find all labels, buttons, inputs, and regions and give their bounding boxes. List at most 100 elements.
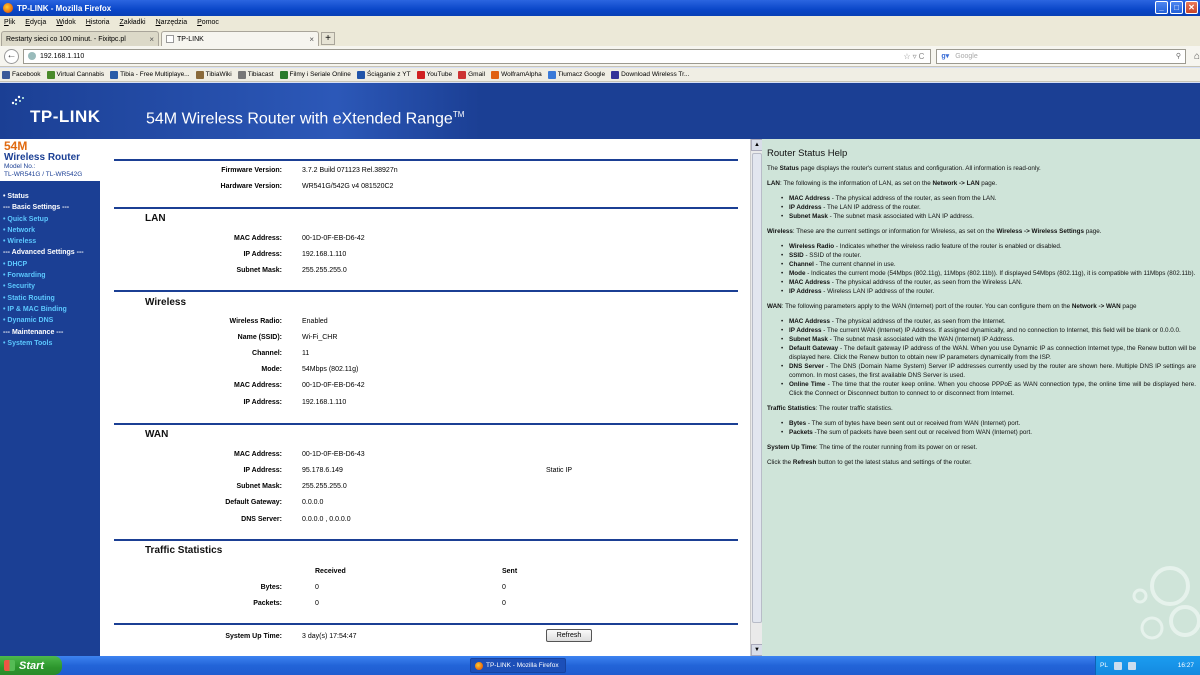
list-item: IP Address - Wireless LAN IP address of … (781, 287, 1196, 296)
bookmark-item[interactable]: Ściąganie z YT (356, 70, 411, 79)
bookmark-item[interactable]: Gmail (458, 70, 485, 79)
sidebar-item-forwarding[interactable]: • Forwarding (0, 270, 100, 281)
url-bar[interactable]: 192.168.1.110 ☆▿C (22, 48, 932, 64)
product-name: 54M Wireless Router with eXtended RangeT… (146, 110, 465, 128)
google-icon[interactable]: g▾ (941, 52, 949, 60)
divider (114, 290, 738, 292)
wan-ip-label: IP Address: (243, 467, 282, 474)
bookmark-item[interactable]: Facebook (2, 70, 41, 79)
search-icon[interactable]: ⚲ (1176, 52, 1181, 60)
bookmark-item[interactable]: Virtual Cannabis (46, 70, 104, 79)
start-button[interactable]: Start (0, 656, 62, 675)
window-titlebar: TP-LINK - Mozilla Firefox _ □ ✕ (0, 0, 1200, 16)
list-item: Subnet Mask - The subnet mask associated… (781, 212, 1196, 221)
help-title: Router Status Help (767, 148, 848, 159)
bookmark-icon (279, 70, 288, 79)
bookmark-item[interactable]: Tłumacz Google (547, 70, 605, 79)
close-window-button[interactable]: ✕ (1185, 1, 1198, 14)
wan-mac-value: 00-1D-0F-EB-D6-43 (302, 451, 365, 458)
bookmark-icon (237, 70, 246, 79)
back-button[interactable]: ← (4, 48, 19, 64)
sidebar-item-wireless[interactable]: • Wireless (0, 236, 100, 247)
wireless-mac-value: 00-1D-0F-EB-D6-42 (302, 382, 365, 389)
close-tab-icon[interactable]: × (309, 35, 314, 44)
list-item: IP Address - The current WAN (Internet) … (781, 326, 1196, 335)
bookmark-icon (110, 70, 119, 79)
bookmark-item[interactable]: Tibiacast (237, 70, 274, 79)
menu-history[interactable]: Historia (86, 19, 110, 26)
packets-sent: 0 (502, 600, 506, 607)
sidebar-item-system-tools[interactable]: • System Tools (0, 338, 100, 349)
minimize-button[interactable]: _ (1155, 1, 1168, 14)
clock[interactable]: 16:27 (1178, 662, 1194, 669)
status-scrollbar[interactable]: ▲ ▼ (750, 139, 763, 656)
network-icon[interactable] (1113, 661, 1122, 670)
close-tab-icon[interactable]: × (149, 35, 154, 44)
sent-header: Sent (502, 568, 518, 575)
menu-edit[interactable]: Edycja (25, 19, 46, 26)
divider (114, 207, 738, 209)
bookmark-icon (46, 70, 55, 79)
menu-help[interactable]: Pomoc (197, 19, 219, 26)
volume-icon[interactable] (1127, 661, 1136, 670)
menu-file[interactable]: Plik (4, 19, 15, 26)
bookmark-item[interactable]: WolframAlpha (491, 70, 542, 79)
sidebar-item-quick-setup[interactable]: • Quick Setup (0, 214, 100, 225)
search-bar[interactable]: g▾ Google ⚲ (936, 48, 1186, 64)
hardware-value: WR541G/542G v4 081520C2 (302, 183, 394, 190)
router-banner: TP-LINK 54M Wireless Router with eXtende… (0, 83, 1200, 139)
sidebar-item-network[interactable]: • Network (0, 225, 100, 236)
new-tab-button[interactable]: + (321, 32, 335, 45)
wireless-channel-label: Channel: (252, 350, 282, 357)
firmware-value: 3.7.2 Build 071123 Rel.38927n (302, 167, 398, 174)
wireless-mode-label: Mode: (261, 366, 282, 373)
bookmark-item[interactable]: Tibia - Free Multiplaye... (110, 70, 190, 79)
wireless-channel-value: 11 (302, 350, 310, 357)
tab-tplink[interactable]: TP-LINK × (161, 31, 319, 46)
menu-bookmarks[interactable]: Zakładki (120, 19, 146, 26)
wireless-ip-value: 192.168.1.110 (302, 399, 347, 406)
navigation-bar: ← 192.168.1.110 ☆▿C g▾ Google ⚲ ⌂ (0, 46, 1200, 67)
site-identity-icon[interactable] (27, 52, 36, 60)
divider (114, 539, 738, 541)
sidebar-item-dynamic-dns[interactable]: • Dynamic DNS (0, 315, 100, 326)
lan-mac-value: 00-1D-0F-EB-D6-42 (302, 235, 365, 242)
sidebar-item-security[interactable]: • Security (0, 281, 100, 292)
tab-label: Restarty sieci co 100 minut. - Fixitpc.p… (6, 35, 126, 43)
language-indicator[interactable]: PL (1100, 662, 1108, 669)
received-header: Received (315, 568, 346, 575)
menu-bar: Plik Edycja Widok Historia Zakładki Narz… (0, 16, 1200, 29)
sidebar-item-dhcp[interactable]: • DHCP (0, 259, 100, 270)
bookmark-item[interactable]: Filmy i Seriale Online (279, 70, 351, 79)
scroll-thumb[interactable] (752, 153, 762, 623)
taskbar-item-firefox[interactable]: TP-LINK - Mozilla Firefox (470, 658, 566, 673)
sidebar-item-status[interactable]: • Status (0, 191, 100, 202)
bookmarks-toolbar: Facebook Virtual Cannabis Tibia - Free M… (0, 68, 1200, 82)
windows-logo-icon (4, 660, 15, 671)
sidebar-item-static-routing[interactable]: • Static Routing (0, 293, 100, 304)
bookmark-item[interactable]: YouTube (416, 70, 452, 79)
wireless-radio-label: Wireless Radio: (229, 318, 282, 325)
sidebar-item-ip-mac-binding[interactable]: • IP & MAC Binding (0, 304, 100, 315)
bookmark-item[interactable]: TibiaWiki (195, 70, 232, 79)
window-controls: _ □ ✕ (1155, 1, 1198, 14)
traffic-title: Traffic Statistics (145, 545, 223, 556)
model-speed: 54M (4, 139, 28, 153)
menu-view[interactable]: Widok (56, 19, 75, 26)
bookmark-star-icon[interactable]: ☆▿C (903, 52, 926, 61)
packets-received: 0 (315, 600, 319, 607)
tab-fixitpc[interactable]: Restarty sieci co 100 minut. - Fixitpc.p… (1, 31, 159, 46)
list-item: Bytes - The sum of bytes have been sent … (781, 419, 1196, 428)
bookmark-item[interactable]: Download Wireless Tr... (611, 70, 689, 79)
refresh-button[interactable]: Refresh (546, 629, 592, 642)
list-item: MAC Address - The physical address of th… (781, 317, 1196, 326)
maximize-button[interactable]: □ (1170, 1, 1183, 14)
bookmark-icon (491, 70, 500, 79)
menu-tools[interactable]: Narzędzia (156, 19, 188, 26)
home-icon[interactable]: ⌂ (1194, 51, 1200, 62)
list-item: Channel - The current channel in use. (781, 260, 1196, 269)
bookmark-icon (356, 70, 365, 79)
packets-label: Packets: (253, 600, 282, 607)
list-item: Wireless Radio - Indicates whether the w… (781, 242, 1196, 251)
help-panel: Router Status Help The Status page displ… (762, 139, 1200, 656)
